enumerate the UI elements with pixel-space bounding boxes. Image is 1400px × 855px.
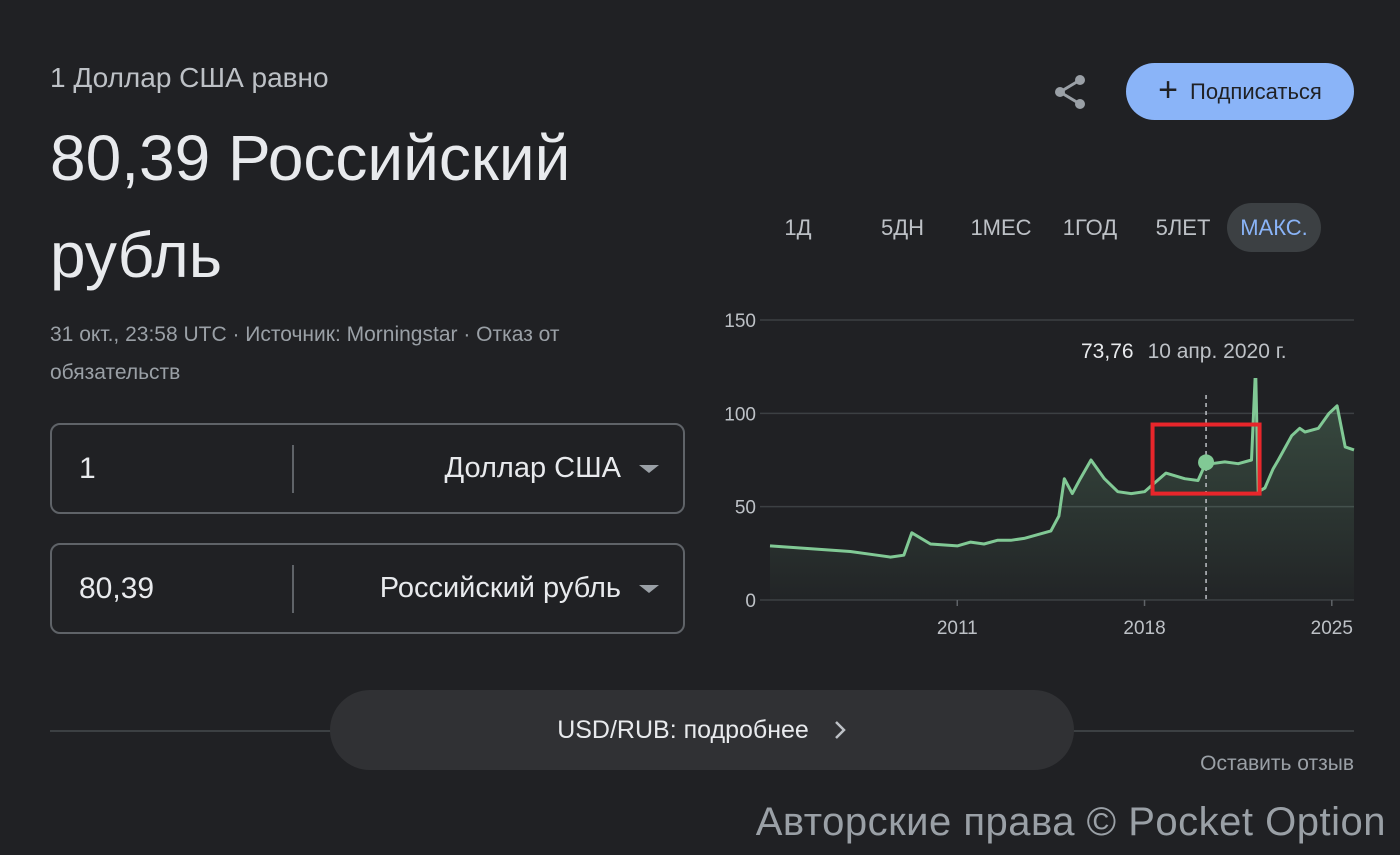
time-range-tabs: 1Д 5ДН 1МЕС 1ГОД 5ЛЕТ МАКС.	[762, 203, 1321, 252]
tab-5d[interactable]: 5ДН	[855, 203, 950, 252]
source-meta: 31 окт., 23:58 UTC · Источник: Morningst…	[50, 323, 560, 384]
tab-max[interactable]: МАКС.	[1227, 203, 1321, 252]
copyright-watermark: Авторские права © Pocket Option	[755, 800, 1386, 844]
tab-5y[interactable]: 5ЛЕТ	[1142, 203, 1224, 252]
share-icon	[1055, 75, 1085, 109]
from-currency-select[interactable]: Доллар США	[294, 452, 683, 485]
tooltip-value: 73,76	[1081, 340, 1134, 363]
divider	[50, 730, 332, 732]
from-currency-field: 1 Доллар США	[50, 423, 685, 514]
subscribe-label: Подписаться	[1190, 78, 1322, 104]
plus-icon: +	[1158, 71, 1179, 109]
tooltip-date: 10 апр. 2020 г.	[1147, 340, 1287, 363]
to-amount-input[interactable]: 80,39	[52, 572, 292, 606]
chart-tooltip: 73,76 10 апр. 2020 г.	[1063, 326, 1325, 378]
feedback-link[interactable]: Оставить отзыв	[1200, 752, 1354, 776]
dropdown-arrow-icon	[639, 464, 659, 473]
subscribe-button[interactable]: + Подписаться	[1126, 63, 1354, 120]
more-details-label: USD/RUB: подробнее	[557, 715, 809, 744]
conversion-result: 80,39 Российский рубль	[50, 122, 571, 291]
x-tick-label: 2011	[937, 618, 978, 639]
more-details-button[interactable]: USD/RUB: подробнее	[330, 690, 1074, 770]
y-tick-label: 50	[735, 498, 756, 519]
tab-1m[interactable]: 1МЕС	[956, 203, 1046, 252]
divider	[1072, 730, 1354, 732]
to-currency-field: 80,39 Российский рубль	[50, 543, 685, 634]
x-tick-label: 2018	[1123, 618, 1165, 639]
y-tick-label: 150	[724, 311, 756, 332]
x-tick-label: 2025	[1311, 618, 1353, 639]
to-currency-label: Российский рубль	[379, 572, 621, 604]
from-currency-label: Доллар США	[444, 452, 621, 484]
y-tick-label: 0	[745, 591, 756, 612]
dropdown-arrow-icon	[639, 584, 659, 593]
tab-1y[interactable]: 1ГОД	[1050, 203, 1130, 252]
from-amount-input[interactable]: 1	[52, 452, 292, 486]
chevron-right-icon	[834, 721, 846, 739]
to-currency-select[interactable]: Российский рубль	[294, 572, 683, 605]
y-tick-label: 100	[724, 404, 756, 425]
hover-marker	[1198, 454, 1215, 471]
conversion-subtitle: 1 Доллар США равно	[50, 62, 329, 93]
share-button[interactable]	[1046, 68, 1094, 116]
currency-converter-page: 1 Доллар США равно 80,39 Российский рубл…	[0, 0, 1400, 855]
tab-1d[interactable]: 1Д	[762, 203, 834, 252]
